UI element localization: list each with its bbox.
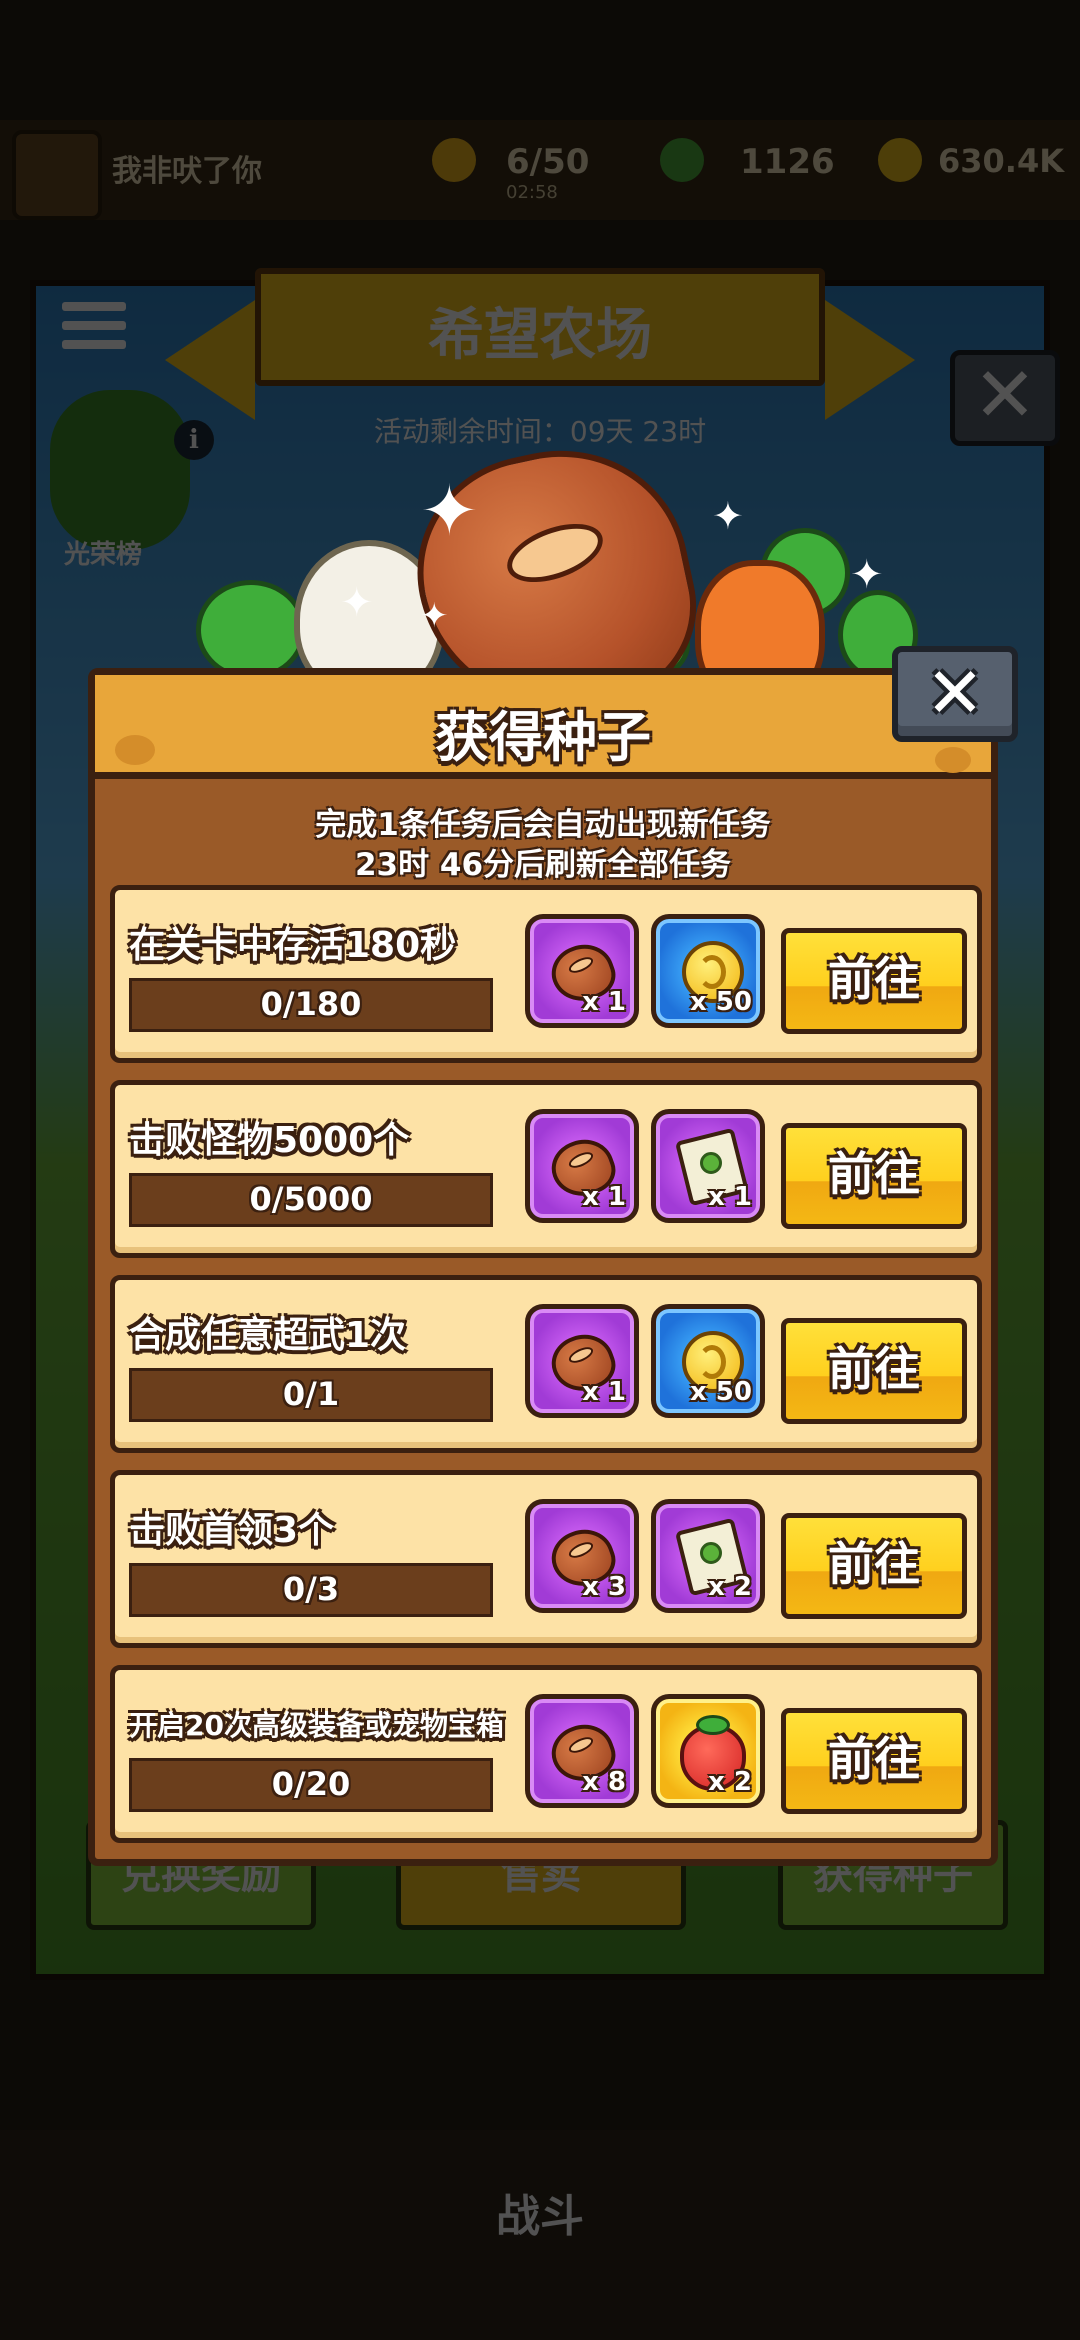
task-progress-bar: 0/3 (129, 1563, 493, 1617)
info-icon[interactable]: i (174, 420, 214, 460)
reward-count: x 1 (582, 1182, 626, 1212)
reward-slot[interactable]: x 1 (525, 1304, 639, 1418)
task-progress-bar: 0/180 (129, 978, 493, 1032)
coin-mark (698, 955, 726, 989)
go-button-label: 前往 (828, 1537, 920, 1591)
reward-slot[interactable]: x 3 (525, 1499, 639, 1613)
go-button[interactable]: 前往 (781, 1318, 967, 1424)
ranking-tree-icon[interactable] (50, 390, 190, 550)
task-progress-bar: 0/1 (129, 1368, 493, 1422)
coin-icon (878, 138, 922, 182)
reward-count: x 3 (582, 1572, 626, 1602)
sprout-mark (700, 1542, 722, 1564)
reward-slot[interactable]: x 1 (651, 1109, 765, 1223)
task-progress-bar: 0/5000 (129, 1173, 493, 1227)
gem-icon (660, 138, 704, 182)
go-button-label: 前往 (828, 1732, 920, 1786)
sparkle-icon: ✦ (420, 596, 449, 636)
banner-right-arrow (825, 300, 915, 420)
task-card: 合成任意超武1次 0/1 x 1 x 50 前往 (110, 1275, 982, 1453)
reward-count: x 1 (582, 987, 626, 1017)
player-name: 我非吠了你 (112, 154, 262, 189)
sparkle-icon: ✦ (712, 494, 744, 538)
reward-count: x 50 (689, 1377, 752, 1407)
task-card: 击败怪物5000个 0/5000 x 1 x 1 前往 (110, 1080, 982, 1258)
task-title: 击败首领3个 (129, 1510, 335, 1551)
close-icon: ✕ (925, 652, 985, 734)
get-seeds-dialog: 获得种子 完成1条任务后会自动出现新任务 23时 46分后刷新全部任务 在关卡中… (88, 668, 998, 1866)
sprout-mark (700, 1152, 722, 1174)
sparkle-icon: ✦ (850, 552, 884, 598)
reward-slot[interactable]: x 50 (651, 914, 765, 1028)
menu-icon[interactable] (62, 302, 126, 360)
go-button[interactable]: 前往 (781, 1708, 967, 1814)
reward-slot[interactable]: x 1 (525, 1109, 639, 1223)
gem-value: 1126 (740, 142, 835, 182)
reward-count: x 1 (708, 1182, 752, 1212)
ranking-label: 光荣榜 (64, 540, 143, 570)
dialog-subtitle-1: 完成1条任务后会自动出现新任务 (315, 807, 771, 843)
task-progress-text: 0/5000 (249, 1180, 373, 1218)
nav-battle[interactable]: 战斗 (470, 2180, 610, 2244)
energy-icon (432, 138, 476, 182)
energy-timer: 02:58 (506, 182, 558, 203)
close-button[interactable]: ✕ (892, 646, 1018, 742)
leaf-decoration (196, 580, 306, 680)
go-button[interactable]: 前往 (781, 928, 967, 1034)
reward-count: x 2 (708, 1767, 752, 1797)
dialog-title: 获得种子 (435, 706, 651, 769)
reward-slot[interactable]: x 1 (525, 914, 639, 1028)
task-title: 在关卡中存活180秒 (129, 925, 457, 966)
task-title: 击败怪物5000个 (129, 1120, 410, 1161)
reward-slot[interactable]: x 2 (651, 1499, 765, 1613)
go-button[interactable]: 前往 (781, 1513, 967, 1619)
task-card: 在关卡中存活180秒 0/180 x 1 x 50 前往 (110, 885, 982, 1063)
task-card: 开启20次高级装备或宠物宝箱 0/20 x 8 x 2 前往 (110, 1665, 982, 1843)
go-button-label: 前往 (828, 1147, 920, 1201)
reward-slot[interactable]: x 2 (651, 1694, 765, 1808)
reward-slot[interactable]: x 50 (651, 1304, 765, 1418)
strawberry-leaf (696, 1715, 730, 1735)
task-progress-text: 0/180 (260, 985, 362, 1023)
sparkle-icon: ✦ (420, 470, 479, 552)
coin-value: 630.4K (938, 142, 1065, 180)
task-progress-bar: 0/20 (129, 1758, 493, 1812)
go-button[interactable]: 前往 (781, 1123, 967, 1229)
reward-slot[interactable]: x 8 (525, 1694, 639, 1808)
dialog-refresh-timer: 23时 46分后刷新全部任务 (354, 847, 732, 883)
task-progress-text: 0/1 (282, 1375, 340, 1413)
reward-count: x 1 (582, 1377, 626, 1407)
task-title: 开启20次高级装备或宠物宝箱 (129, 1709, 504, 1742)
banner-left-arrow (165, 300, 255, 420)
task-progress-text: 0/3 (282, 1570, 340, 1608)
go-button-label: 前往 (828, 952, 920, 1006)
coin-mark (698, 1345, 726, 1379)
player-avatar (12, 130, 102, 220)
reward-count: x 50 (689, 987, 752, 1017)
task-title: 合成任意超武1次 (129, 1315, 407, 1356)
task-progress-text: 0/20 (271, 1765, 351, 1803)
go-button-label: 前往 (828, 1342, 920, 1396)
energy-value: 6/50 (506, 142, 590, 182)
background-close-button[interactable]: ✕ (950, 350, 1060, 446)
sparkle-icon: ✦ (340, 580, 374, 626)
task-card: 击败首领3个 0/3 x 3 x 2 前往 (110, 1470, 982, 1648)
event-title: 希望农场 (428, 303, 652, 368)
reward-count: x 2 (708, 1572, 752, 1602)
reward-count: x 8 (582, 1767, 626, 1797)
